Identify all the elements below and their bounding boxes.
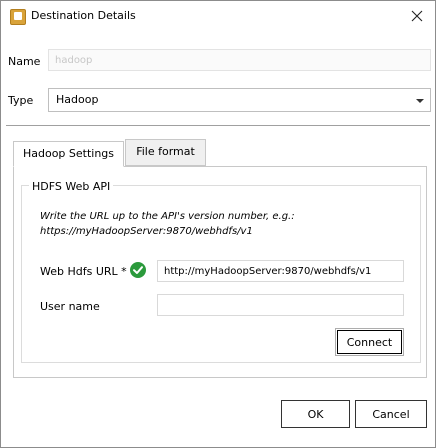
check-circle-icon bbox=[130, 262, 146, 278]
close-button[interactable] bbox=[407, 6, 427, 26]
hint-example: https://myHadoopServer:9870/webhdfs/v1 bbox=[40, 226, 253, 237]
user-name-label: User name bbox=[40, 300, 100, 313]
destination-details-dialog: Destination Details Name Type Hadoop Had… bbox=[0, 0, 436, 448]
name-input[interactable] bbox=[48, 49, 431, 71]
title-bar: Destination Details bbox=[1, 1, 435, 31]
close-icon bbox=[411, 10, 423, 22]
type-select-value: Hadoop bbox=[56, 93, 99, 106]
tab-file-format[interactable]: File format bbox=[125, 139, 206, 166]
ok-button-label: OK bbox=[307, 407, 324, 421]
tab-label: Hadoop Settings bbox=[22, 147, 115, 160]
tab-panel-hadoop-settings: HDFS Web API Write the URL up to the API… bbox=[13, 166, 427, 378]
web-hdfs-url-label: Web Hdfs URL * bbox=[40, 265, 127, 278]
group-title: HDFS Web API bbox=[29, 180, 114, 193]
name-label: Name bbox=[8, 55, 41, 68]
connect-button[interactable]: Connect bbox=[335, 328, 404, 356]
divider bbox=[6, 125, 430, 126]
app-icon bbox=[10, 9, 26, 25]
type-label: Type bbox=[8, 94, 34, 107]
hint-text: Write the URL up to the API's version nu… bbox=[40, 211, 295, 222]
type-select[interactable]: Hadoop bbox=[48, 88, 431, 112]
chevron-down-icon bbox=[416, 99, 424, 103]
web-hdfs-url-input[interactable] bbox=[157, 260, 404, 282]
connect-button-label: Connect bbox=[346, 335, 393, 349]
user-name-input[interactable] bbox=[157, 294, 404, 316]
tab-label: File format bbox=[136, 145, 195, 158]
ok-button[interactable]: OK bbox=[281, 400, 350, 428]
cancel-button[interactable]: Cancel bbox=[355, 400, 427, 428]
cancel-button-label: Cancel bbox=[372, 407, 410, 421]
tab-hadoop-settings[interactable]: Hadoop Settings bbox=[13, 141, 124, 167]
dialog-title: Destination Details bbox=[31, 9, 136, 22]
